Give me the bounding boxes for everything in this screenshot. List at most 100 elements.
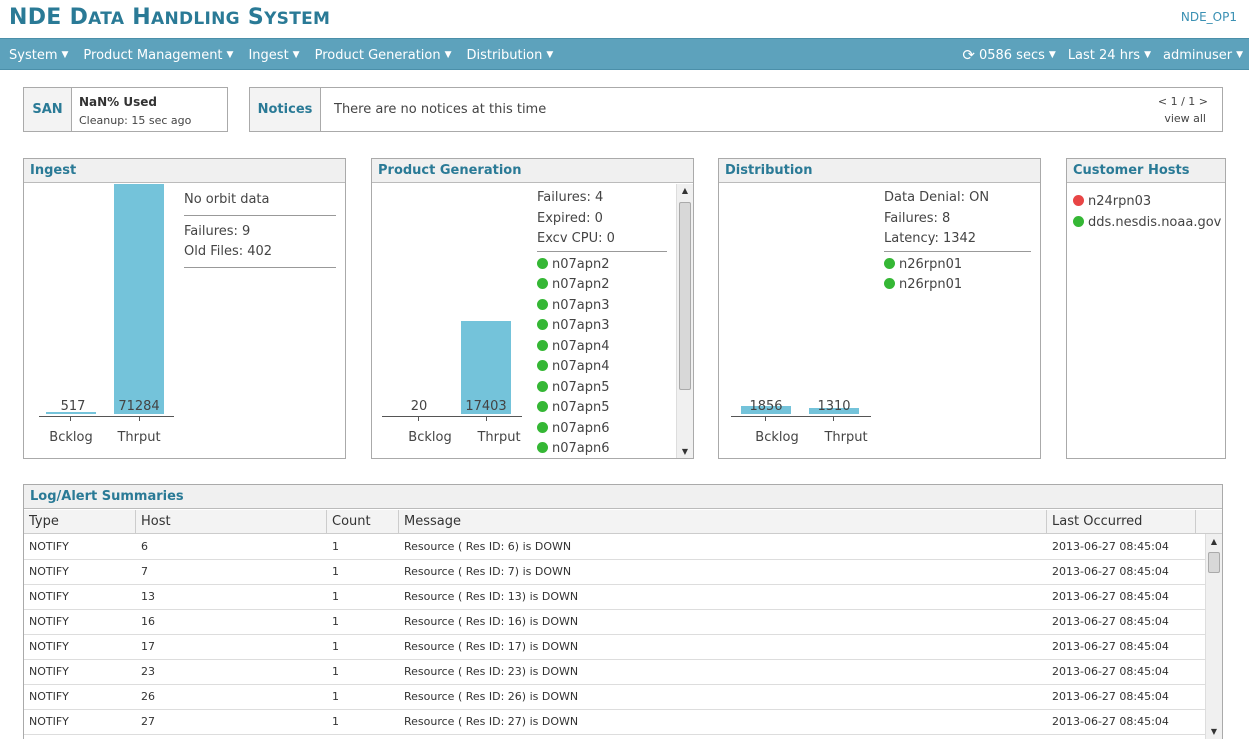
ingest-orbit-status: No orbit data [184,192,270,207]
pg-host-item[interactable]: n07apn6 [537,439,667,458]
pg-info: Failures: 4 Expired: 0 Excv CPU: 0 n07ap… [537,188,667,458]
dist-tick-backlog [765,416,766,421]
divider [184,266,336,268]
dist-latency: Latency: 1342 [884,231,977,246]
dist-host-item[interactable]: n26rpn01 [884,275,1031,296]
scroll-down-arrow-icon[interactable]: ▼ [677,447,693,456]
pg-host-item[interactable]: n07apn5 [537,378,667,399]
nav-distribution[interactable]: Distribution ▼ [467,48,554,63]
pg-host-item[interactable]: n07apn2 [537,255,667,276]
customer-host-name: dds.nesdis.noaa.gov [1088,214,1222,230]
table-row[interactable]: NOTIFY 23 1 Resource ( Res ID: 23) is DOWN 2… [24,660,1206,685]
log-cell-message: Resource ( Res ID: 13) is DOWN [404,590,579,603]
log-cell-type: NOTIFY [29,665,69,678]
column-header-host[interactable]: Host [136,510,327,534]
ingest-tick-throughput [139,416,140,421]
log-cell-host: 27 [141,715,155,728]
time-range-label: Last 24 hrs [1067,47,1141,63]
notices-pager[interactable]: < 1 / 1 > [1158,95,1208,108]
log-cell-host: 16 [141,615,155,628]
chevron-down-icon: ▼ [292,50,300,60]
log-cell-last-occurred: 2013-06-27 08:45:04 [1052,690,1169,703]
status-up-icon [537,380,548,392]
chevron-down-icon: ▼ [226,50,234,60]
log-cell-type: NOTIFY [29,615,69,628]
pg-host-name: n07apn5 [552,379,610,395]
title-word-nde: NDE [9,5,62,30]
dist-failures: Failures: 8 [884,210,951,226]
pg-host-item[interactable]: n07apn5 [537,398,667,419]
scroll-down-arrow-icon[interactable]: ▼ [1206,727,1222,736]
log-cell-type: NOTIFY [29,565,69,578]
pg-host-item[interactable]: n07apn3 [537,296,667,317]
customer-hosts-panel-title: Customer Hosts [1067,159,1225,183]
table-row[interactable]: NOTIFY 13 1 Resource ( Res ID: 13) is DOWN 2… [24,585,1206,610]
log-cell-host: 7 [141,565,148,578]
san-label: SAN [24,88,72,131]
log-scrollbar[interactable]: ▲ ▼ [1205,534,1222,739]
status-up-icon [537,257,548,269]
dist-throughput-value: 1310 [817,399,851,414]
log-cell-type: NOTIFY [29,540,69,553]
nav-product-generation[interactable]: Product Generation ▼ [315,48,452,63]
table-row[interactable]: NOTIFY 6 1 Resource ( Res ID: 6) is DOWN 201… [24,535,1206,560]
log-cell-type: NOTIFY [29,640,69,653]
san-cleanup: Cleanup: 15 sec ago [79,114,192,127]
user-menu[interactable]: adminuser ▼ [1163,48,1243,63]
column-header-message[interactable]: Message [399,510,1047,534]
refresh-interval-dropdown[interactable]: ⟳ 0586 secs ▼ [962,46,1055,64]
chevron-down-icon: ▼ [444,50,452,60]
nav-right: ⟳ 0586 secs ▼ Last 24 hrs ▼ adminuser ▼ [950,39,1243,71]
notices-label: Notices [250,88,321,131]
pg-backlog-value: 20 [410,399,428,414]
pg-host-item[interactable]: n07apn2 [537,275,667,296]
ingest-axis [39,416,174,417]
divider [884,250,1031,252]
scroll-up-arrow-icon[interactable]: ▲ [1206,537,1222,546]
column-header-count[interactable]: Count [327,510,399,534]
log-cell-type: NOTIFY [29,690,69,703]
chevron-down-icon: ▼ [61,50,69,60]
scroll-thumb[interactable] [1208,552,1220,573]
server-link[interactable]: NDE_OP1 [1181,10,1237,24]
pg-host-item[interactable]: n07apn6 [537,419,667,440]
pg-host-item[interactable]: n07apn3 [537,316,667,337]
nav-product-management-label: Product Management [83,47,223,63]
customer-host-item[interactable]: dds.nesdis.noaa.gov [1073,213,1225,234]
table-row[interactable]: NOTIFY 27 1 Resource ( Res ID: 27) is DOWN 2… [24,710,1206,735]
log-cell-count: 1 [332,690,339,703]
nav-menu: System ▼ Product Management ▼ Ingest ▼ Prod… [9,39,568,71]
dist-host-name: n26rpn01 [899,277,963,292]
nav-system[interactable]: System ▼ [9,48,68,63]
status-up-icon [537,319,548,330]
log-alert-panel-title: Log/Alert Summaries [24,485,1222,509]
table-row[interactable]: NOTIFY 16 1 Resource ( Res ID: 16) is DOWN 2… [24,610,1206,635]
log-cell-last-occurred: 2013-06-27 08:45:04 [1052,615,1169,628]
dist-host-item[interactable]: n26rpn01 [884,255,1031,276]
notices-view-all-link[interactable]: view all [1164,112,1206,125]
log-cell-last-occurred: 2013-06-27 08:45:04 [1052,590,1169,603]
pg-tick-backlog [418,416,419,421]
table-row[interactable]: NOTIFY 17 1 Resource ( Res ID: 17) is DOWN 2… [24,635,1206,660]
refresh-icon: ⟳ [962,46,975,64]
nav-product-management[interactable]: Product Management ▼ [83,48,233,63]
table-row[interactable]: NOTIFY 26 1 Resource ( Res ID: 26) is DOWN 2… [24,685,1206,710]
column-header-last-occurred[interactable]: Last Occurred [1047,510,1196,534]
customer-host-item[interactable]: n24rpn03 [1073,192,1225,213]
dist-throughput-label: Thrput [824,430,868,445]
pg-host-item[interactable]: n07apn4 [537,337,667,358]
log-cell-last-occurred: 2013-06-27 08:45:04 [1052,565,1169,578]
title-initial-h: H [132,5,151,30]
status-up-icon [884,278,895,289]
pg-scrollbar[interactable]: ▲ ▼ [676,184,693,458]
log-cell-host: 23 [141,665,155,678]
scroll-up-arrow-icon[interactable]: ▲ [677,186,693,195]
scroll-thumb[interactable] [679,202,691,390]
pg-host-item[interactable]: n07apn4 [537,357,667,378]
table-row[interactable]: NOTIFY 7 1 Resource ( Res ID: 7) is DOWN 201… [24,560,1206,585]
status-up-icon [537,401,548,412]
title-word-handling: ANDLING [151,9,240,29]
nav-ingest[interactable]: Ingest ▼ [248,48,299,63]
time-range-dropdown[interactable]: Last 24 hrs ▼ [1068,48,1151,63]
column-header-type[interactable]: Type [24,510,136,534]
